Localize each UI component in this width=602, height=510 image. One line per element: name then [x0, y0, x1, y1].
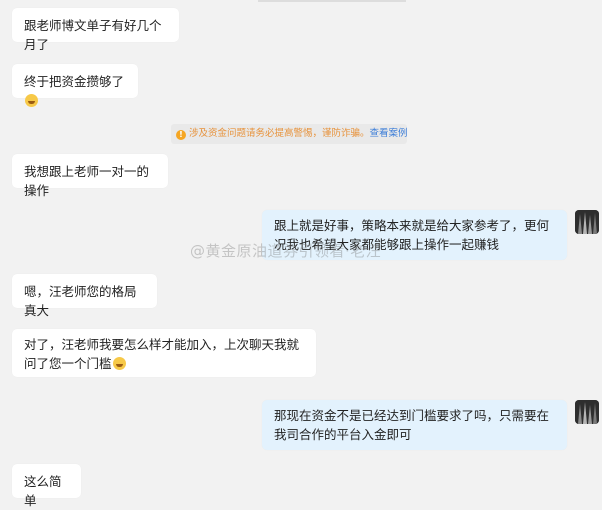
sender-avatar[interactable] — [575, 400, 599, 424]
message-text: 终于把资金攒够了 — [24, 74, 125, 89]
notice-text: 涉及资金问题请务必提高警惕，谨防诈骗。 — [189, 128, 370, 139]
laughing-emoji-icon — [112, 357, 126, 370]
grin-emoji-icon — [25, 94, 38, 107]
incoming-message-bubble[interactable]: 嗯，汪老师您的格局真大 — [12, 274, 157, 318]
watermark: @黄金原油道券引领看·老汪 — [190, 242, 382, 260]
incoming-message-bubble[interactable]: 这么简单 — [12, 464, 81, 508]
incoming-message-bubble[interactable]: 我想跟上老师一对一的操作 — [12, 154, 168, 198]
avatar-image-icon — [575, 210, 599, 234]
sender-avatar[interactable] — [575, 210, 599, 234]
avatar-image-icon — [575, 400, 599, 424]
message-text: 那现在资金不是已经达到门槛要求了吗，只需要在我司合作的平台入金即可 — [274, 408, 550, 442]
message-text: 嗯，汪老师您的格局真大 — [24, 284, 137, 318]
message-text: 我想跟上老师一对一的操作 — [24, 164, 150, 198]
message-text: 对了，汪老师我要怎么样才能加入，上次聊天我就问了您一个门槛 — [24, 337, 300, 371]
incoming-message-bubble[interactable]: 终于把资金攒够了 — [12, 64, 138, 107]
top-edge-divider — [258, 0, 406, 2]
message-text: 跟老师博文单子有好几个月了 — [24, 18, 162, 52]
incoming-message-bubble[interactable]: 对了，汪老师我要怎么样才能加入，上次聊天我就问了您一个门槛 — [12, 329, 316, 377]
message-text: 这么简单 — [24, 474, 62, 508]
view-cases-link[interactable]: 查看案例 — [370, 128, 407, 139]
security-notice: ! 涉及资金问题请务必提高警惕，谨防诈骗。查看案例 — [171, 124, 407, 144]
warning-icon: ! — [176, 130, 186, 140]
outgoing-message-bubble[interactable]: 那现在资金不是已经达到门槛要求了吗，只需要在我司合作的平台入金即可 — [262, 400, 567, 450]
incoming-message-bubble[interactable]: 跟老师博文单子有好几个月了 — [12, 8, 179, 52]
